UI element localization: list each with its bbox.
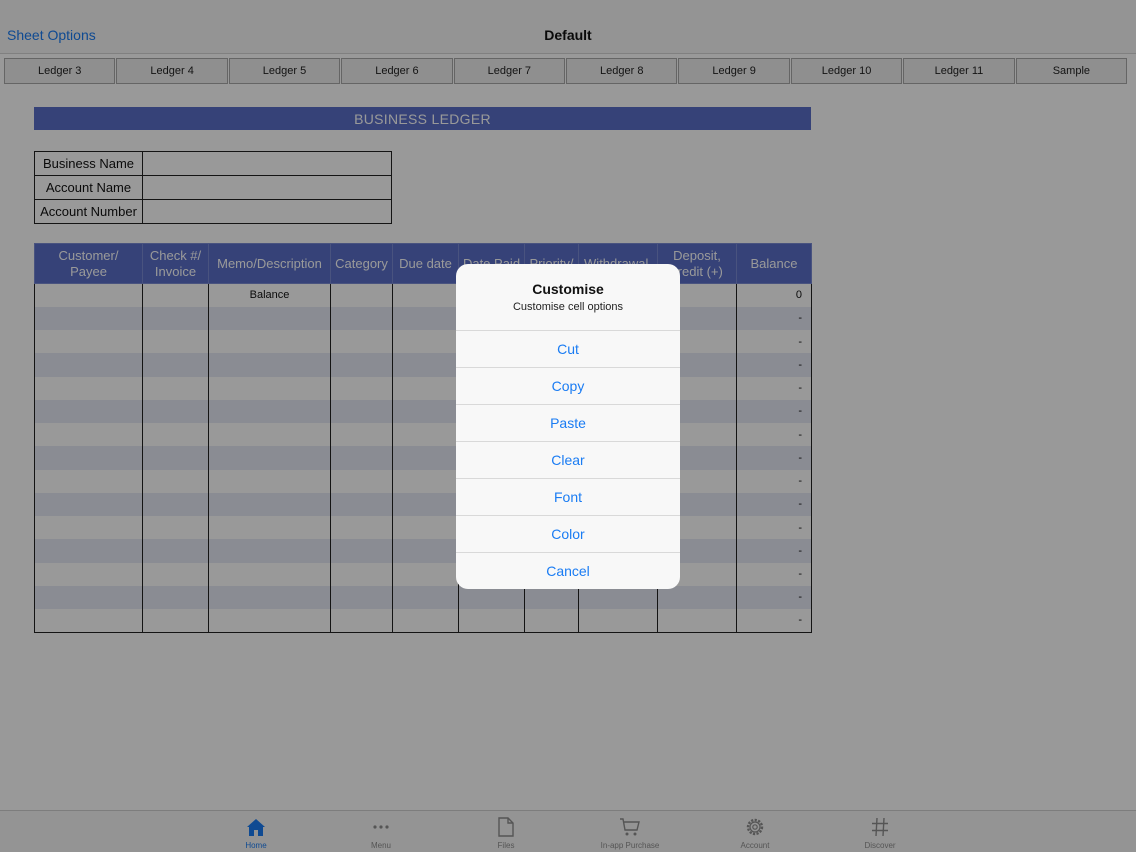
dialog-message: Customise cell options <box>512 301 624 313</box>
dialog-title: Customise <box>532 281 604 297</box>
color-button[interactable]: Color <box>456 515 680 552</box>
cancel-button[interactable]: Cancel <box>456 552 680 589</box>
cut-button[interactable]: Cut <box>456 330 680 367</box>
paste-button[interactable]: Paste <box>456 404 680 441</box>
clear-button[interactable]: Clear <box>456 441 680 478</box>
font-button[interactable]: Font <box>456 478 680 515</box>
customise-dialog: Customise Customise cell options Cut Cop… <box>456 264 680 589</box>
dialog-actions: Cut Copy Paste Clear Font Color Cancel <box>456 330 680 589</box>
copy-button[interactable]: Copy <box>456 367 680 404</box>
